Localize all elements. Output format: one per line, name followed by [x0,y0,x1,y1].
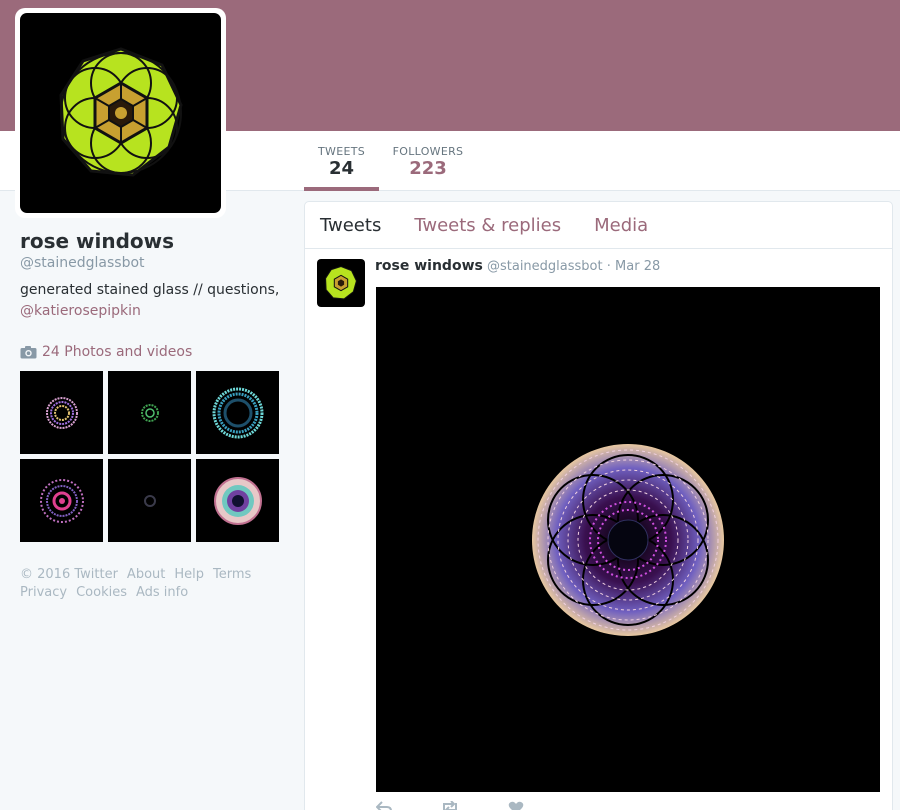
avatar-rose-window-image [58,47,183,177]
thumbnail-image [213,476,262,525]
footer-link-terms[interactable]: Terms [213,567,251,582]
timeline: Tweets Tweets & replies Media rose windo… [304,201,893,810]
tweet-avatar-image [325,265,357,300]
footer-link-help[interactable]: Help [174,567,204,582]
profile-bio-text: generated stained glass // questions, [20,282,280,298]
photo-thumbnail[interactable] [20,459,103,542]
tweet-media-image [532,443,724,636]
tweet[interactable]: rose windows @stainedglassbot · Mar 28 [305,249,892,810]
profile-handle[interactable]: @stainedglassbot [20,254,290,272]
tweets-stat-label: TWEETS [318,145,365,158]
tweet-actions [376,801,524,810]
footer-copyright: © 2016 Twitter [20,567,118,582]
followers-stat[interactable]: FOLLOWERS 223 [388,131,468,191]
footer-link-ads-info[interactable]: Ads info [136,585,188,600]
photo-thumbnail[interactable] [108,459,191,542]
thumbnail-image [212,387,263,438]
retweet-icon[interactable] [440,801,460,810]
tab-media[interactable]: Media [594,215,648,236]
tweet-separator: · [606,259,611,274]
thumbnail-image [39,478,84,523]
profile-name[interactable]: rose windows [20,228,290,254]
footer-link-cookies[interactable]: Cookies [76,585,127,600]
reply-icon[interactable] [376,801,392,810]
followers-stat-count: 223 [409,158,447,179]
footer-link-about[interactable]: About [127,567,165,582]
tweet-header: rose windows @stainedglassbot · Mar 28 [375,258,660,274]
footer-link-privacy[interactable]: Privacy [20,585,67,600]
thumbnail-image [140,403,159,422]
timeline-tabs: Tweets Tweets & replies Media [305,202,892,249]
tweet-avatar[interactable] [317,259,365,307]
tweet-media[interactable] [376,287,880,792]
followers-stat-label: FOLLOWERS [392,145,464,158]
profile-bio: generated stained glass // questions, @k… [20,280,290,322]
photo-thumbnail[interactable] [196,459,279,542]
tweets-stat[interactable]: TWEETS 24 [304,131,379,191]
photo-grid [20,371,280,542]
tweet-author-name[interactable]: rose windows [375,258,483,274]
like-icon[interactable] [508,801,524,810]
photos-and-videos-link[interactable]: 24 Photos and videos [20,344,192,360]
thumbnail-image [45,396,78,429]
photo-thumbnail[interactable] [20,371,103,454]
photo-thumbnail[interactable] [196,371,279,454]
profile-bio-link[interactable]: @katierosepipkin [20,303,141,319]
tab-tweets[interactable]: Tweets [320,215,381,236]
profile-avatar[interactable] [15,8,226,218]
profile-card: rose windows @stainedglassbot generated … [20,228,290,322]
photo-thumbnail[interactable] [108,371,191,454]
photos-and-videos-label: 24 Photos and videos [42,344,193,360]
tab-tweets-and-replies[interactable]: Tweets & replies [414,215,561,236]
thumbnail-image [143,494,156,507]
footer-links: © 2016 Twitter About Help Terms Privacy Cook… [20,566,290,602]
tweet-author-handle[interactable]: @stainedglassbot [487,259,603,274]
tweet-date[interactable]: Mar 28 [615,259,660,274]
camera-icon [20,346,37,359]
tweets-stat-count: 24 [328,158,355,179]
